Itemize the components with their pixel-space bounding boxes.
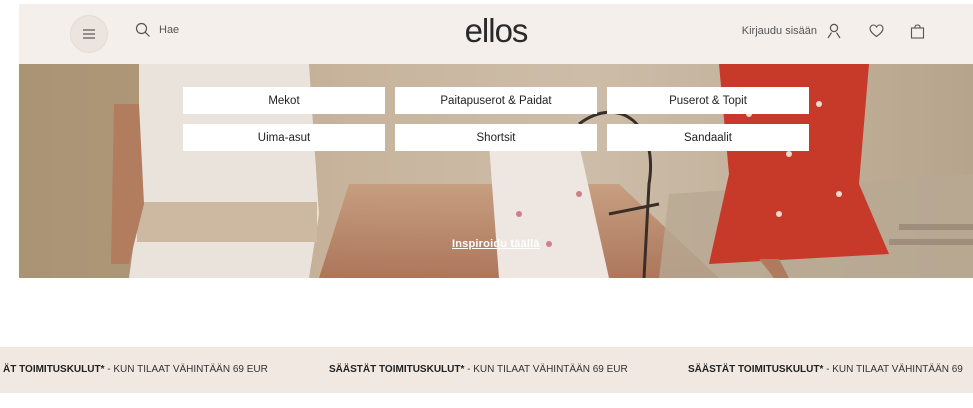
promo-item: SÄÄSTÄT TOIMITUSKULUT* - KUN TILAAT VÄHI… [329, 364, 628, 375]
category-mekot[interactable]: Mekot [183, 87, 385, 114]
promo-item: SÄÄSTÄT TOIMITUSKULUT* - KUN TILAAT VÄHI… [688, 364, 963, 375]
category-puserot-topit[interactable]: Puserot & Topit [607, 87, 809, 114]
wishlist-button[interactable] [869, 24, 884, 38]
promo-bold: SÄÄSTÄT TOIMITUSKULUT* [329, 364, 465, 375]
bag-icon [910, 23, 925, 39]
account-nav: Kirjaudu sisään [742, 23, 925, 39]
login-link[interactable]: Kirjaudu sisään [742, 23, 841, 39]
site-logo[interactable]: ellos [465, 12, 529, 49]
login-label: Kirjaudu sisään [741, 25, 817, 37]
menu-icon [83, 29, 95, 39]
user-icon [827, 23, 841, 39]
category-paitapuserot[interactable]: Paitapuserot & Paidat [395, 87, 597, 114]
search-icon [135, 22, 150, 37]
promo-text: - KUN TILAAT VÄHINTÄÄN 69 EUR [104, 364, 268, 375]
category-sandaalit[interactable]: Sandaalit [607, 124, 809, 151]
heart-icon [869, 24, 884, 38]
cart-button[interactable] [910, 23, 925, 39]
promo-bold: ÄT TOIMITUSKULUT* [3, 364, 105, 375]
promo-banner: ÄT TOIMITUSKULUT* - KUN TILAAT VÄHINTÄÄN… [0, 347, 973, 393]
promo-text: - KUN TILAAT VÄHINTÄÄN 69 EUR [464, 364, 628, 375]
promo-bold: SÄÄSTÄT TOIMITUSKULUT* [688, 364, 824, 375]
category-shortsit[interactable]: Shortsit [395, 124, 597, 151]
promo-text: - KUN TILAAT VÄHINTÄÄN 69 [823, 364, 963, 375]
category-uima-asut[interactable]: Uima-asut [183, 124, 385, 151]
inspire-link[interactable]: Inspiroidu täällä [452, 238, 540, 250]
search-placeholder: Hae [159, 24, 180, 36]
page: Hae ellos Kirjaudu sisään Mekot Paitapus… [0, 0, 973, 408]
promo-item: ÄT TOIMITUSKULUT* - KUN TILAAT VÄHINTÄÄN… [3, 364, 268, 375]
menu-button[interactable] [70, 15, 108, 53]
search-field[interactable]: Hae [135, 22, 179, 38]
site-header: Hae ellos Kirjaudu sisään [19, 4, 973, 64]
hero-banner: Mekot Paitapuserot & Paidat Puserot & To… [19, 64, 973, 278]
